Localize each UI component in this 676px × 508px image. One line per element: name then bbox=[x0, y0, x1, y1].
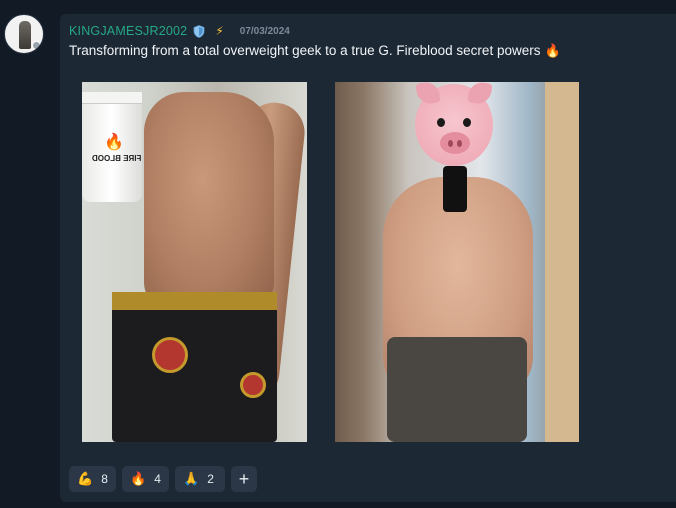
add-reaction-button[interactable]: + bbox=[231, 466, 257, 492]
reaction-count: 2 bbox=[207, 472, 214, 486]
reaction-bar: 💪 8 🔥 4 🙏 2 + bbox=[69, 466, 257, 492]
photo-torso bbox=[144, 92, 274, 312]
avatar-figure bbox=[19, 21, 31, 49]
pig-face-icon bbox=[415, 82, 493, 166]
message-text: Transforming from a total overweight gee… bbox=[69, 43, 541, 58]
tub-label: FIRE BLOOD bbox=[92, 154, 142, 163]
phone-icon bbox=[443, 166, 467, 212]
reaction-count: 8 bbox=[101, 472, 108, 486]
message-header: KINGJAMESJR2002 ⚡ 07/03/2024 bbox=[69, 24, 290, 38]
before-after-image-right[interactable] bbox=[335, 82, 579, 442]
folded-hands-icon: 🙏 bbox=[183, 471, 200, 486]
before-after-image-left[interactable]: 🔥 FIRE BLOOD bbox=[82, 82, 307, 442]
reaction-fire[interactable]: 🔥 4 bbox=[122, 466, 169, 492]
user-avatar[interactable] bbox=[4, 14, 44, 54]
shield-icon bbox=[193, 24, 205, 38]
flexed-biceps-icon: 💪 bbox=[77, 471, 94, 486]
supplement-tub: 🔥 FIRE BLOOD bbox=[82, 92, 142, 202]
photo-pants bbox=[387, 337, 527, 442]
reaction-count: 4 bbox=[154, 472, 161, 486]
message-card: KINGJAMESJR2002 ⚡ 07/03/2024 Transformin… bbox=[60, 14, 676, 502]
tub-flame-icon: 🔥 bbox=[104, 134, 124, 151]
reaction-folded-hands[interactable]: 🙏 2 bbox=[175, 466, 225, 492]
fire-icon: 🔥 bbox=[130, 471, 147, 486]
lightning-icon: ⚡ bbox=[215, 24, 224, 38]
photo-door bbox=[545, 82, 579, 442]
username[interactable]: KINGJAMESJR2002 bbox=[69, 24, 187, 38]
photo-shorts bbox=[112, 292, 277, 442]
message-date: 07/03/2024 bbox=[239, 25, 290, 37]
reaction-flexed-biceps[interactable]: 💪 8 bbox=[69, 466, 116, 492]
message-text-container: Transforming from a total overweight gee… bbox=[69, 43, 561, 59]
avatar-status-badge bbox=[32, 41, 41, 50]
fire-icon: 🔥 bbox=[544, 43, 561, 58]
